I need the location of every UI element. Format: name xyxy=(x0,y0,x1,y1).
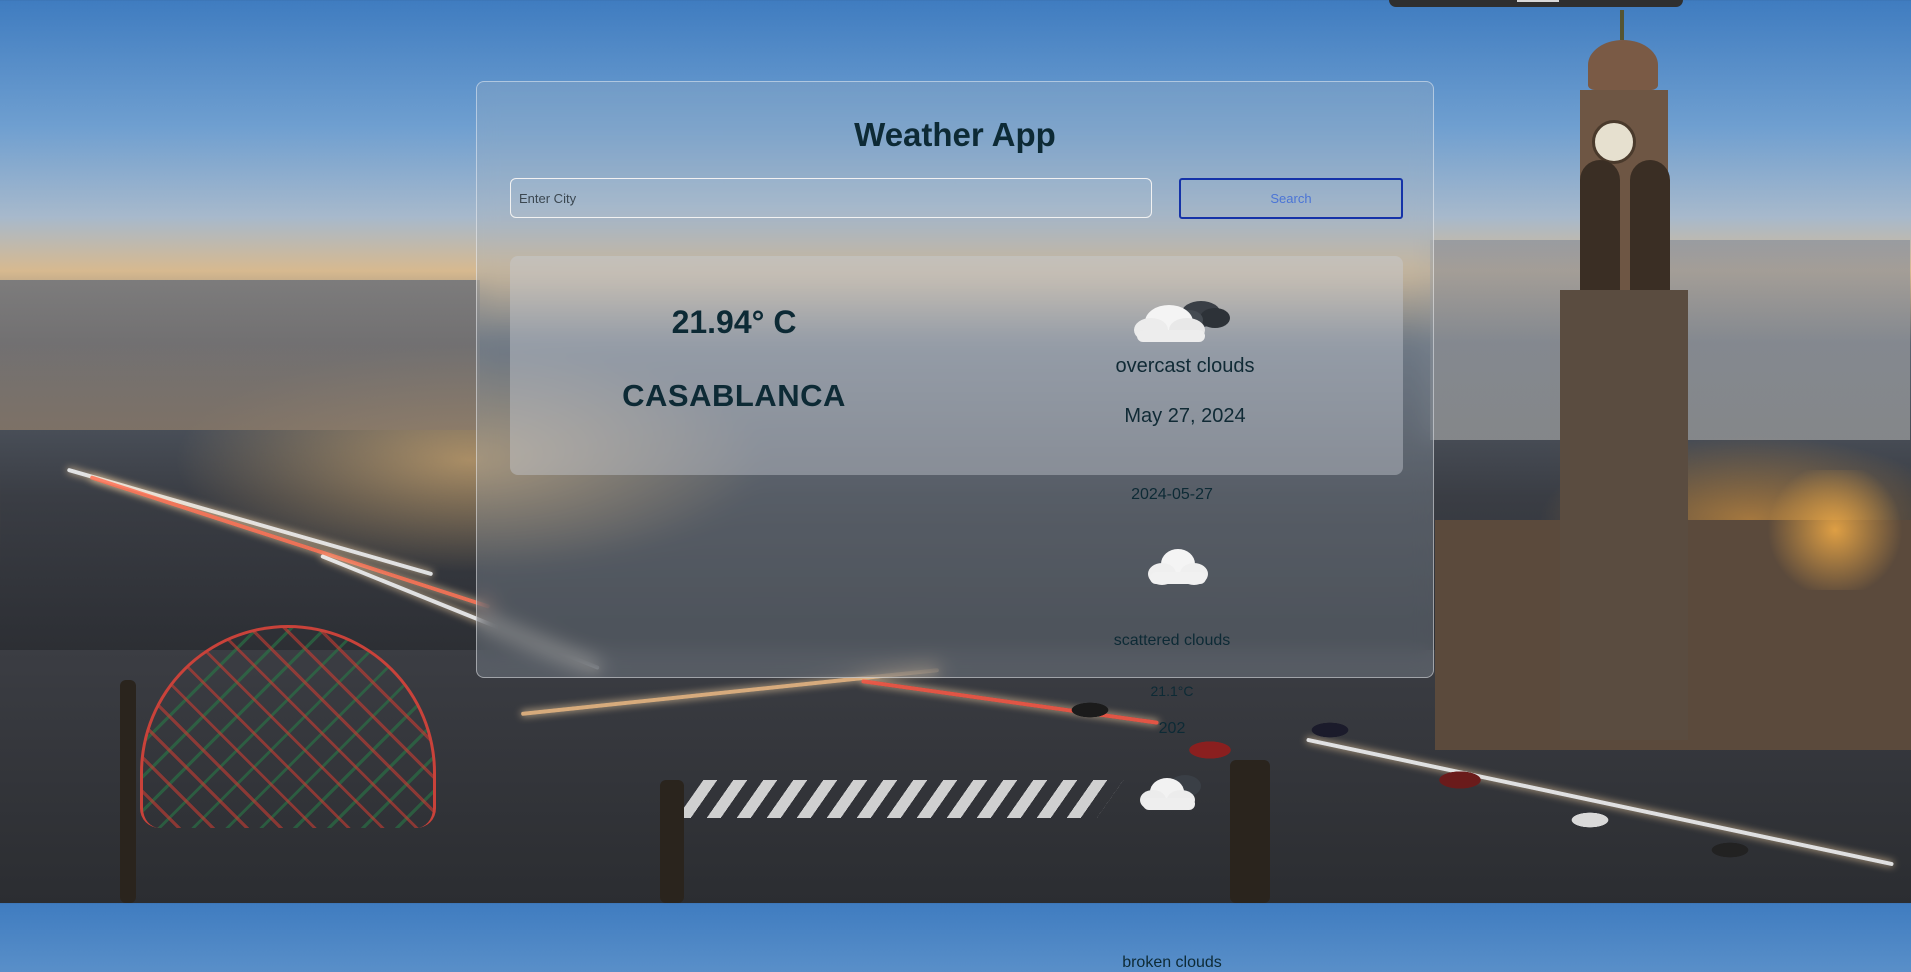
scattered-clouds-icon xyxy=(1148,549,1208,585)
forecast-date: 202 xyxy=(1158,720,1186,737)
current-weather-panel: 21.94° C CASABLANCA overcast clouds May … xyxy=(510,256,1403,475)
weather-app-card: Weather App Search 21.94° C CASABLANCA o… xyxy=(476,81,1434,971)
forecast-description: broken clouds xyxy=(1122,954,1222,971)
city-search-input[interactable] xyxy=(510,178,1152,218)
forecast-date: 2024-05-27 xyxy=(1131,486,1213,503)
city-name: CASABLANCA xyxy=(622,378,846,413)
current-weather-description: overcast clouds xyxy=(1115,355,1255,377)
top-toolbar-strip xyxy=(1389,0,1683,7)
app-title: Weather App xyxy=(854,116,1056,153)
search-button[interactable]: Search xyxy=(1179,178,1403,219)
forecast-temperature: 21.1°C xyxy=(1150,683,1194,699)
broken-clouds-icon xyxy=(1140,775,1201,810)
current-temperature: 21.94° C xyxy=(671,304,797,340)
current-date: May 27, 2024 xyxy=(1124,405,1246,427)
forecast-description: scattered clouds xyxy=(1113,632,1231,649)
overcast-clouds-icon xyxy=(1134,301,1230,342)
